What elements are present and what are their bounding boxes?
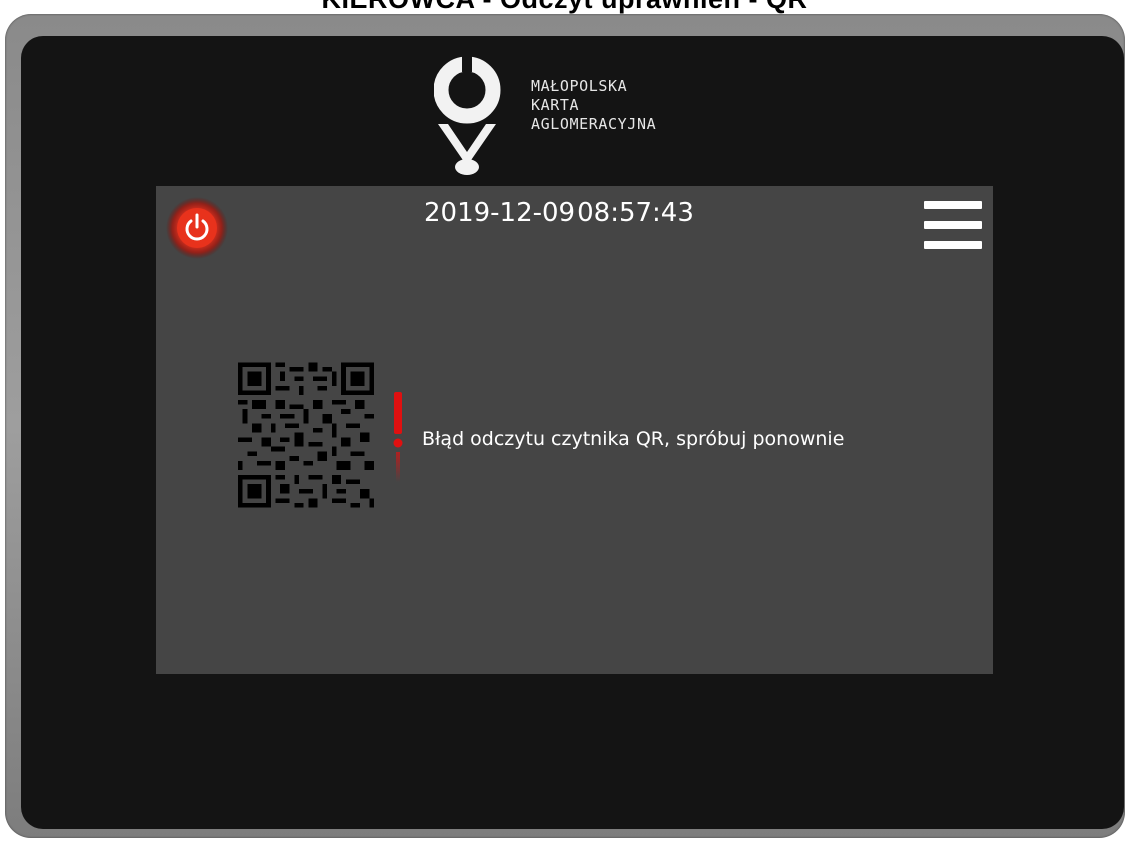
map-pin-logo-icon [434, 56, 501, 175]
logo-line-3: AGLOMERACYJNA [531, 115, 657, 133]
menu-bar-2 [924, 221, 982, 229]
datetime-display: 2019-12-0908:57:43 [424, 198, 694, 228]
power-icon [166, 197, 228, 259]
page-title: KIEROWCA - Odczyt uprawnień - QR [0, 0, 1129, 15]
menu-bar-3 [924, 241, 982, 249]
exclamation-icon [393, 392, 403, 482]
logo: MAŁOPOLSKA KARTA AGLOMERACYJNA [434, 40, 734, 176]
logo-text: MAŁOPOLSKA KARTA AGLOMERACYJNA [531, 77, 656, 134]
power-button[interactable] [165, 196, 229, 260]
date-label: 2019-12-09 [424, 198, 576, 228]
logo-line-2: KARTA [531, 96, 580, 114]
screen: 2019-12-0908:57:43 Błąd odczytu czytnika… [156, 186, 993, 674]
qr-read-error-message: Błąd odczytu czytnika QR, spróbuj ponown… [422, 428, 845, 450]
logo-line-1: MAŁOPOLSKA [531, 77, 628, 95]
qr-code-icon [238, 362, 374, 508]
menu-button[interactable] [921, 201, 985, 253]
time-label: 08:57:43 [577, 198, 694, 228]
menu-bar-1 [924, 201, 982, 209]
